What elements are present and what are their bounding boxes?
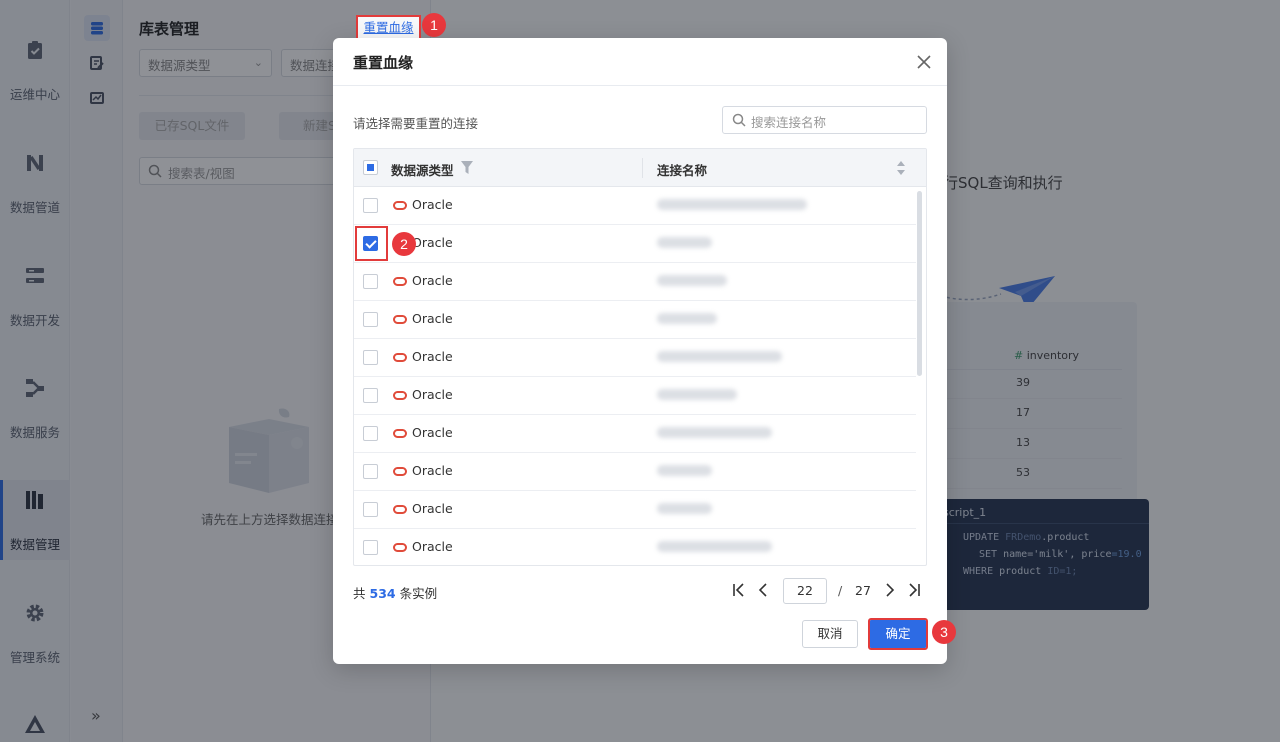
next-page-icon[interactable] (882, 581, 898, 599)
redacted-connection-name (657, 199, 807, 210)
redacted-connection-name (657, 503, 712, 514)
confirm-button[interactable]: 确定 (868, 618, 928, 650)
divider (333, 85, 947, 86)
redacted-connection-name (657, 237, 712, 248)
table-row[interactable]: Oracle (354, 263, 916, 301)
oracle-icon (393, 505, 407, 514)
table-row[interactable]: Oracle (354, 529, 916, 565)
total-number: 534 (369, 586, 396, 601)
reset-lineage-dialog: 重置血缘 请选择需要重置的连接 搜索连接名称 数据源类型 连接名称 Oracle… (333, 38, 947, 664)
datasource-type-label: Oracle (412, 539, 453, 554)
connection-table: 数据源类型 连接名称 Oracle Oracle Oracle Oracle Oracl… (353, 148, 927, 566)
total-prefix: 共 (353, 586, 366, 601)
step-marker: 1 (422, 13, 446, 37)
row-checkbox[interactable] (363, 464, 378, 479)
redacted-connection-name (657, 313, 717, 324)
dialog-title: 重置血缘 (353, 54, 414, 72)
step-marker: 2 (392, 232, 416, 256)
sort-icon[interactable] (896, 160, 906, 176)
table-row[interactable]: Oracle (354, 339, 916, 377)
column-divider (642, 158, 643, 178)
page-number-input[interactable]: 22 (783, 578, 827, 604)
column-header-type: 数据源类型 (391, 163, 454, 178)
oracle-icon (393, 315, 407, 324)
datasource-type-label: Oracle (412, 463, 453, 478)
dialog-description: 请选择需要重置的连接 (353, 116, 479, 131)
total-pages: 27 (855, 583, 871, 598)
oracle-icon (393, 543, 407, 552)
table-row[interactable]: Oracle (354, 453, 916, 491)
search-icon (732, 113, 746, 127)
redacted-connection-name (657, 275, 727, 286)
oracle-icon (393, 429, 407, 438)
redacted-connection-name (657, 427, 772, 438)
oracle-icon (393, 353, 407, 362)
oracle-icon (393, 391, 407, 400)
redacted-connection-name (657, 351, 782, 362)
scrollbar[interactable] (917, 191, 922, 376)
highlight-box (355, 226, 388, 261)
row-checkbox[interactable] (363, 388, 378, 403)
oracle-icon (393, 467, 407, 476)
redacted-connection-name (657, 389, 737, 400)
row-checkbox[interactable] (363, 312, 378, 327)
last-page-icon[interactable] (906, 581, 922, 599)
cancel-button[interactable]: 取消 (802, 620, 858, 648)
step-marker: 3 (932, 620, 956, 644)
datasource-type-label: Oracle (412, 425, 453, 440)
row-checkbox[interactable] (363, 540, 378, 555)
select-all-checkbox[interactable] (363, 160, 378, 175)
row-checkbox[interactable] (363, 426, 378, 441)
table-row[interactable]: Oracle (354, 415, 916, 453)
datasource-type-label: Oracle (412, 501, 453, 516)
redacted-connection-name (657, 465, 712, 476)
table-row[interactable]: Oracle (354, 377, 916, 415)
reset-lineage-link[interactable]: 重置血缘 (356, 15, 421, 40)
row-checkbox[interactable] (363, 274, 378, 289)
redacted-connection-name (657, 541, 772, 552)
datasource-type-label: Oracle (412, 273, 453, 288)
prev-page-icon[interactable] (755, 581, 771, 599)
datasource-type-label: Oracle (412, 235, 453, 250)
connection-search-input[interactable]: 搜索连接名称 (722, 106, 927, 134)
oracle-icon (393, 201, 407, 210)
row-checkbox[interactable] (363, 502, 378, 517)
table-row[interactable]: Oracle (354, 491, 916, 529)
row-checkbox[interactable] (363, 198, 378, 213)
table-row[interactable]: Oracle (354, 301, 916, 339)
close-icon[interactable] (915, 53, 933, 71)
search-placeholder: 搜索连接名称 (751, 115, 827, 130)
total-count: 共 534 条实例 (353, 583, 437, 602)
oracle-icon (393, 277, 407, 286)
datasource-type-label: Oracle (412, 197, 453, 212)
datasource-type-label: Oracle (412, 349, 453, 364)
datasource-type-label: Oracle (412, 311, 453, 326)
table-header: 数据源类型 连接名称 (354, 149, 926, 187)
column-header-name: 连接名称 (657, 163, 708, 178)
first-page-icon[interactable] (731, 581, 747, 599)
total-suffix: 条实例 (399, 586, 438, 601)
filter-icon[interactable] (461, 161, 473, 174)
row-checkbox[interactable] (363, 350, 378, 365)
table-row[interactable]: Oracle (354, 225, 916, 263)
datasource-type-label: Oracle (412, 387, 453, 402)
table-row[interactable]: Oracle (354, 187, 916, 225)
page-separator: / (838, 583, 843, 598)
